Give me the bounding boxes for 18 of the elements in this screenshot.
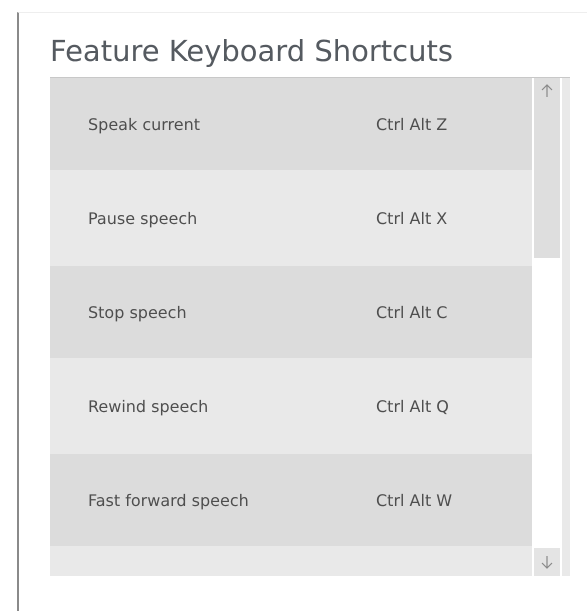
shortcut-keys: Ctrl Alt X [376, 208, 532, 228]
scroll-up-icon[interactable] [541, 84, 553, 98]
shortcut-keys: Ctrl Alt Z [376, 114, 532, 134]
scrollbar-thumb[interactable] [534, 78, 560, 258]
shortcut-keys: Ctrl Alt W [376, 490, 532, 510]
panel-title: Feature Keyboard Shortcuts [50, 33, 454, 69]
scroll-down-button[interactable] [534, 548, 560, 576]
shortcut-row[interactable]: Fast forward speech Ctrl Alt W [50, 454, 532, 546]
shortcut-keys: Ctrl Alt Q [376, 396, 532, 416]
action-label: Stop speech [88, 302, 188, 322]
scroll-down-icon [541, 555, 553, 569]
shortcut-row[interactable]: Stop speech Ctrl Alt C [50, 266, 532, 358]
action-label: Pause speech [88, 208, 198, 228]
shortcut-keys: Ctrl Alt C [376, 302, 532, 322]
action-label: Speak current [88, 114, 202, 134]
action-label: Fast forward speech [88, 490, 250, 510]
shortcut-row[interactable]: Speak current Ctrl Alt Z [50, 78, 532, 170]
action-label: Rewind speech [88, 396, 210, 416]
